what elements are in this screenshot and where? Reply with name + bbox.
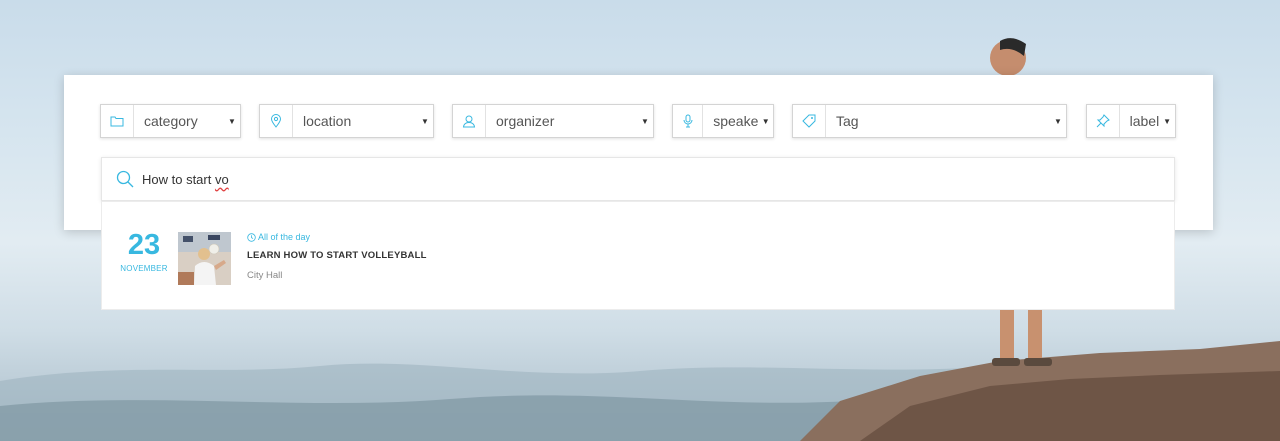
location-label: location xyxy=(303,113,352,129)
tag-dropdown[interactable]: Tag ▼ xyxy=(792,104,1067,138)
search-text-misspelled: vo xyxy=(214,171,229,187)
event-result[interactable]: 23 NOVEMBER All of the day LEARN HOW TO … xyxy=(102,202,1174,309)
chevron-down-icon: ▼ xyxy=(421,116,429,126)
event-month: NOVEMBER xyxy=(120,264,168,273)
pin-icon xyxy=(1087,105,1120,137)
chevron-down-icon: ▼ xyxy=(1163,116,1172,126)
search-results: 23 NOVEMBER All of the day LEARN HOW TO … xyxy=(101,201,1175,310)
folder-icon xyxy=(101,105,134,137)
search-input[interactable]: How to start vo xyxy=(101,157,1175,201)
search-text-prefix: How to start xyxy=(142,171,215,187)
event-title[interactable]: LEARN HOW TO START VOLLEYBALL xyxy=(247,250,427,261)
label-label: label xyxy=(1129,113,1160,129)
event-day: 23 xyxy=(127,229,161,261)
event-time-label: All of the day xyxy=(258,232,311,242)
search-icon xyxy=(108,170,142,188)
label-dropdown[interactable]: label ▼ xyxy=(1086,104,1176,138)
event-date: 23 NOVEMBER xyxy=(118,230,170,273)
organizer-dropdown[interactable]: organizer ▼ xyxy=(452,104,654,138)
user-icon xyxy=(453,105,486,137)
speaker-label: speake xyxy=(713,113,759,129)
chevron-down-icon: ▼ xyxy=(761,116,770,126)
event-info: All of the day LEARN HOW TO START VOLLEY… xyxy=(247,232,427,281)
location-pin-icon xyxy=(260,105,293,137)
organizer-label: organizer xyxy=(496,113,555,129)
event-venue: City Hall xyxy=(247,270,283,281)
event-time: All of the day xyxy=(247,232,427,242)
tag-icon xyxy=(793,105,826,137)
microphone-icon xyxy=(673,105,704,137)
filter-bar: category ▼ location ▼ organizer ▼ speake… xyxy=(0,104,1280,140)
clock-icon xyxy=(247,232,256,242)
search-text: How to start vo xyxy=(142,172,229,187)
chevron-down-icon: ▼ xyxy=(228,116,236,126)
speaker-dropdown[interactable]: speake ▼ xyxy=(672,104,774,138)
tag-label: Tag xyxy=(836,113,859,129)
chevron-down-icon: ▼ xyxy=(1054,116,1062,126)
category-dropdown[interactable]: category ▼ xyxy=(100,104,241,138)
event-thumbnail[interactable] xyxy=(178,232,231,285)
location-dropdown[interactable]: location ▼ xyxy=(259,104,434,138)
chevron-down-icon: ▼ xyxy=(641,116,649,126)
category-label: category xyxy=(144,113,198,129)
